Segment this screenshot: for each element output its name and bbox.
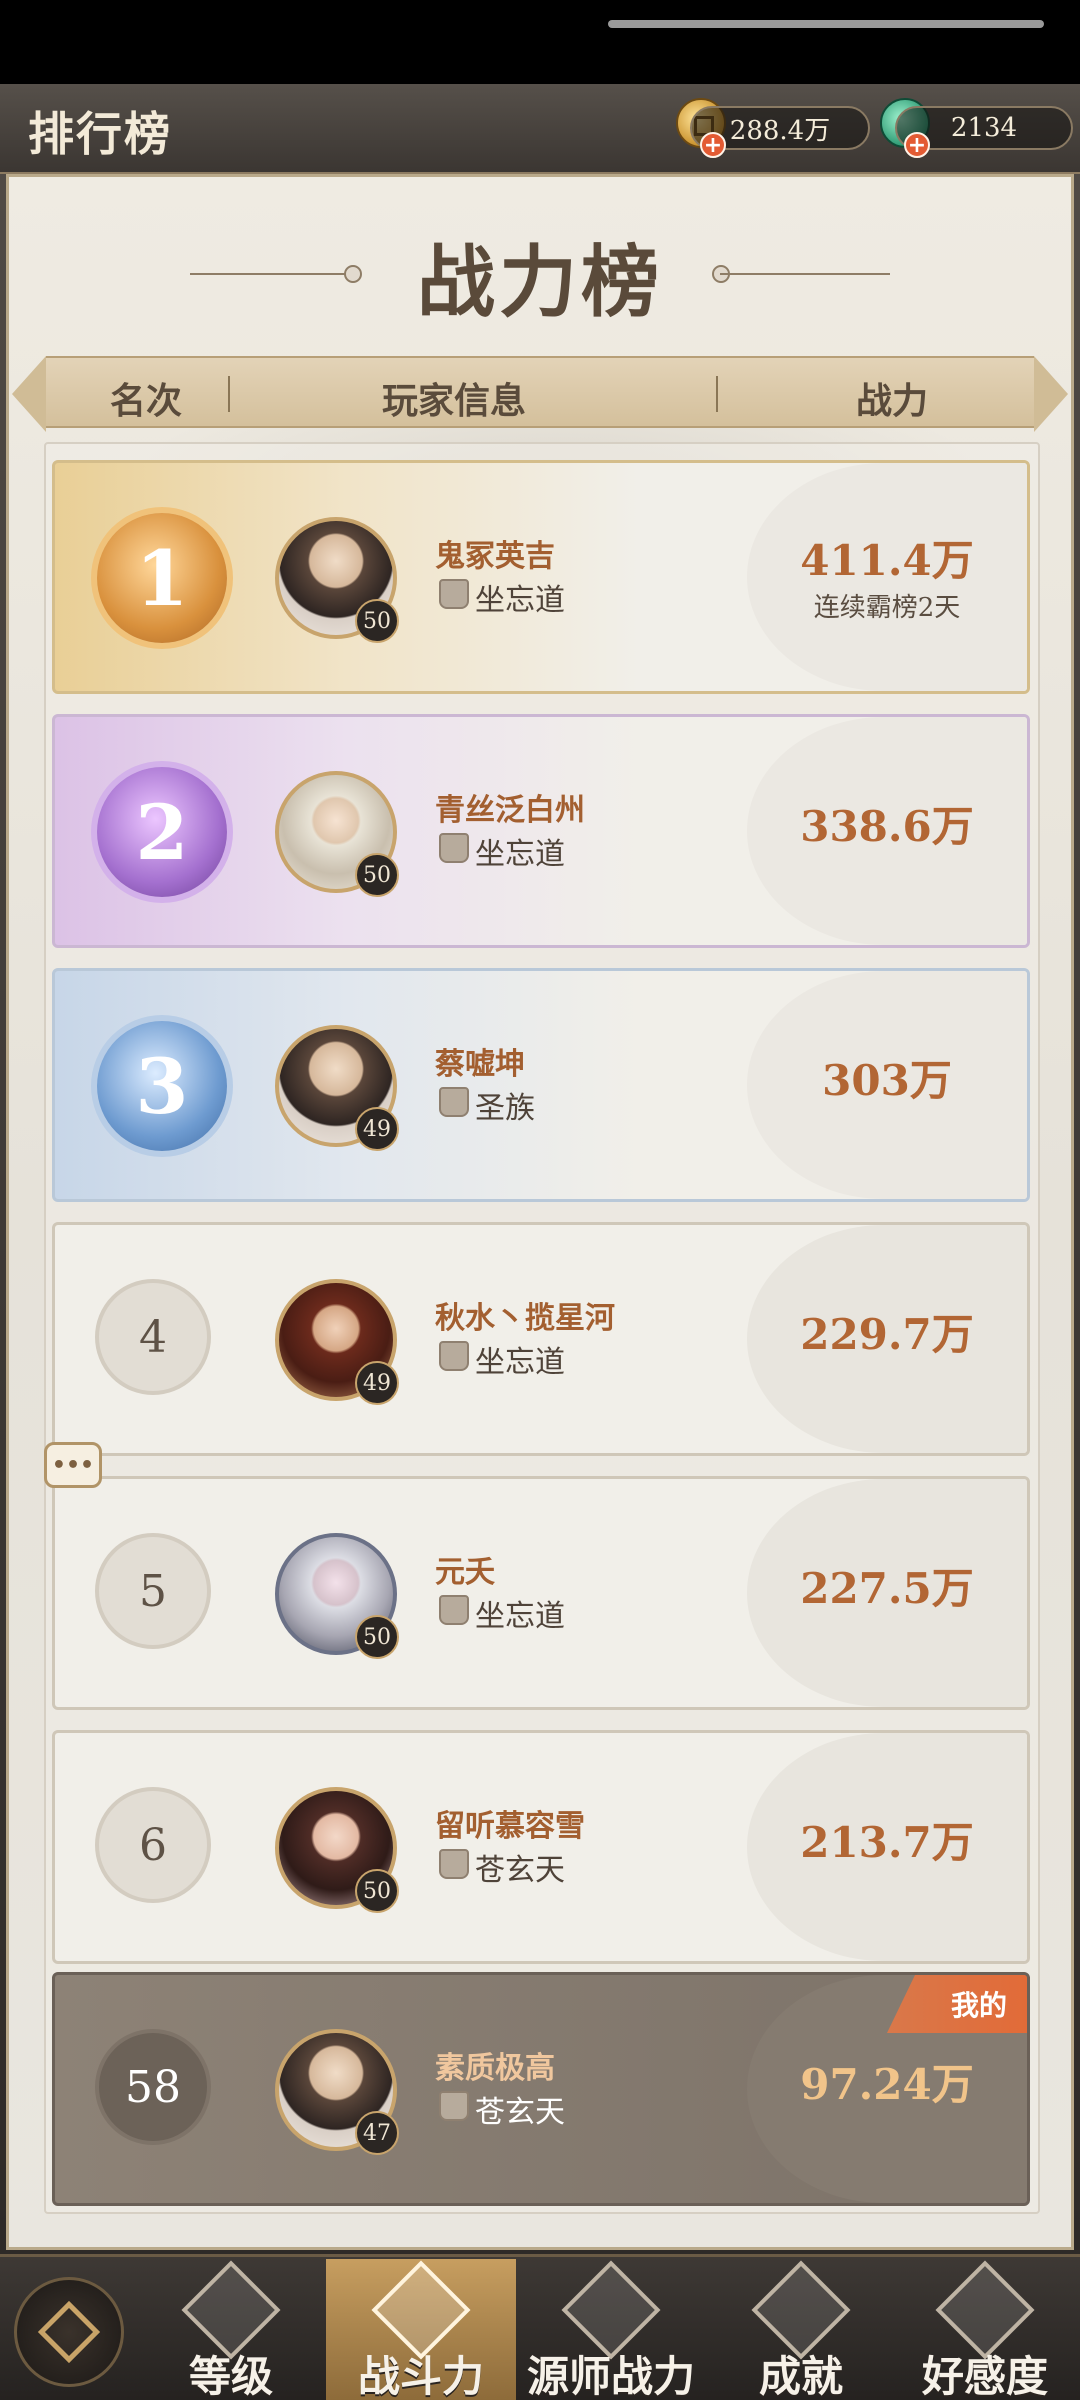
guild-icon <box>439 579 469 609</box>
level-badge: 50 <box>355 599 399 643</box>
power-value: 303万 <box>822 1056 952 1105</box>
top-bar: 排行榜 288.4万 + 2134 + <box>0 84 1080 174</box>
power-value: 338.6万 <box>800 802 974 851</box>
column-rank: 名次 <box>110 380 183 422</box>
player-name: 鬼冢英吉 <box>435 539 555 574</box>
blue-medal-icon: 3 <box>97 1021 227 1151</box>
page-title: 排行榜 <box>28 107 172 161</box>
guild-icon <box>439 1849 469 1879</box>
ranking-row[interactable]: 6 50 留听慕容雪 苍玄天 213.7万 <box>52 1730 1030 1964</box>
guild-icon <box>439 2091 469 2121</box>
ranking-row[interactable]: 2 50 青丝泛白州 坐忘道 338.6万 <box>52 714 1030 948</box>
player-name: 素质极高 <box>435 2051 555 2086</box>
back-home-button[interactable] <box>14 2277 124 2387</box>
power-value: 227.5万 <box>800 1564 974 1613</box>
guild-name: 苍玄天 <box>475 1853 565 1888</box>
guild-icon <box>439 1087 469 1117</box>
column-divider <box>716 376 718 412</box>
rank-number: 4 <box>95 1279 211 1395</box>
ranking-row[interactable]: 3 49 蔡嘘坤 圣族 303万 <box>52 968 1030 1202</box>
purple-medal-icon: 2 <box>97 767 227 897</box>
level-badge: 47 <box>355 2111 399 2155</box>
rank-number: 58 <box>95 2029 211 2145</box>
rank-number: 6 <box>95 1787 211 1903</box>
ranking-row[interactable]: 5 50 元夭 坐忘道 227.5万 <box>52 1476 1030 1710</box>
add-jade-button[interactable]: + <box>904 132 930 158</box>
guild-icon <box>439 1595 469 1625</box>
tab-yuanshi-power[interactable]: 源师战力 <box>516 2259 706 2400</box>
tab-label: 成就 <box>758 2352 843 2400</box>
tab-level[interactable]: 等级 <box>136 2259 326 2400</box>
level-badge: 50 <box>355 1869 399 1913</box>
level-badge: 50 <box>355 853 399 897</box>
power-value: 411.4万 <box>800 536 974 585</box>
column-power: 战力 <box>856 380 929 422</box>
player-name: 蔡嘘坤 <box>435 1047 525 1082</box>
home-emblem-icon <box>37 2300 101 2364</box>
tab-achievement[interactable]: 成就 <box>706 2259 896 2400</box>
power-value: 229.7万 <box>800 1310 974 1359</box>
player-name: 青丝泛白州 <box>435 793 585 828</box>
player-name: 留听慕容雪 <box>435 1809 585 1844</box>
tab-label: 好感度 <box>921 2352 1048 2400</box>
ranking-row[interactable]: 4 49 秋水丶揽星河 坐忘道 229.7万 <box>52 1222 1030 1456</box>
title-ornament-right <box>720 273 890 275</box>
board-title: 战力榜 <box>416 237 663 328</box>
tab-affinity[interactable]: 好感度 <box>890 2259 1080 2400</box>
tab-combat-power[interactable]: 战斗力 <box>326 2259 516 2400</box>
power-value: 213.7万 <box>800 1818 974 1867</box>
column-divider <box>228 376 230 412</box>
tab-label: 等级 <box>188 2352 273 2400</box>
player-name: 秋水丶揽星河 <box>435 1301 615 1336</box>
power-value: 97.24万 <box>800 2060 974 2109</box>
guild-name: 圣族 <box>475 1091 535 1126</box>
title-ornament-left <box>190 273 360 275</box>
rank-number: 5 <box>95 1533 211 1649</box>
level-badge: 50 <box>355 1615 399 1659</box>
add-coin-button[interactable]: + <box>700 132 726 158</box>
guild-name: 坐忘道 <box>475 837 565 872</box>
guild-name: 苍玄天 <box>475 2095 565 2130</box>
guild-name: 坐忘道 <box>475 1345 565 1380</box>
level-badge: 49 <box>355 1361 399 1405</box>
guild-name: 坐忘道 <box>475 1599 565 1634</box>
streak-note: 连续霸榜2天 <box>813 593 961 623</box>
column-player-info: 玩家信息 <box>382 380 527 422</box>
tab-label: 战斗力 <box>357 2352 484 2400</box>
gold-medal-icon: 1 <box>97 513 227 643</box>
bottom-nav: 等级 战斗力 源师战力 成就 好感度 <box>0 2254 1080 2400</box>
my-ranking-row[interactable]: 我的 58 47 素质极高 苍玄天 97.24万 <box>52 1972 1030 2206</box>
chat-icon[interactable]: ••• <box>44 1442 102 1488</box>
ranking-row[interactable]: 1 50 鬼冢英吉 坐忘道 411.4万 连续霸榜2天 <box>52 460 1030 694</box>
tab-label: 源师战力 <box>526 2352 695 2400</box>
guild-name: 坐忘道 <box>475 583 565 618</box>
column-header: 名次 玩家信息 战力 <box>12 356 1068 432</box>
guild-icon <box>439 833 469 863</box>
home-indicator <box>608 20 1044 28</box>
guild-icon <box>439 1341 469 1371</box>
player-name: 元夭 <box>435 1555 495 1590</box>
level-badge: 49 <box>355 1107 399 1151</box>
status-bar <box>0 0 1080 84</box>
